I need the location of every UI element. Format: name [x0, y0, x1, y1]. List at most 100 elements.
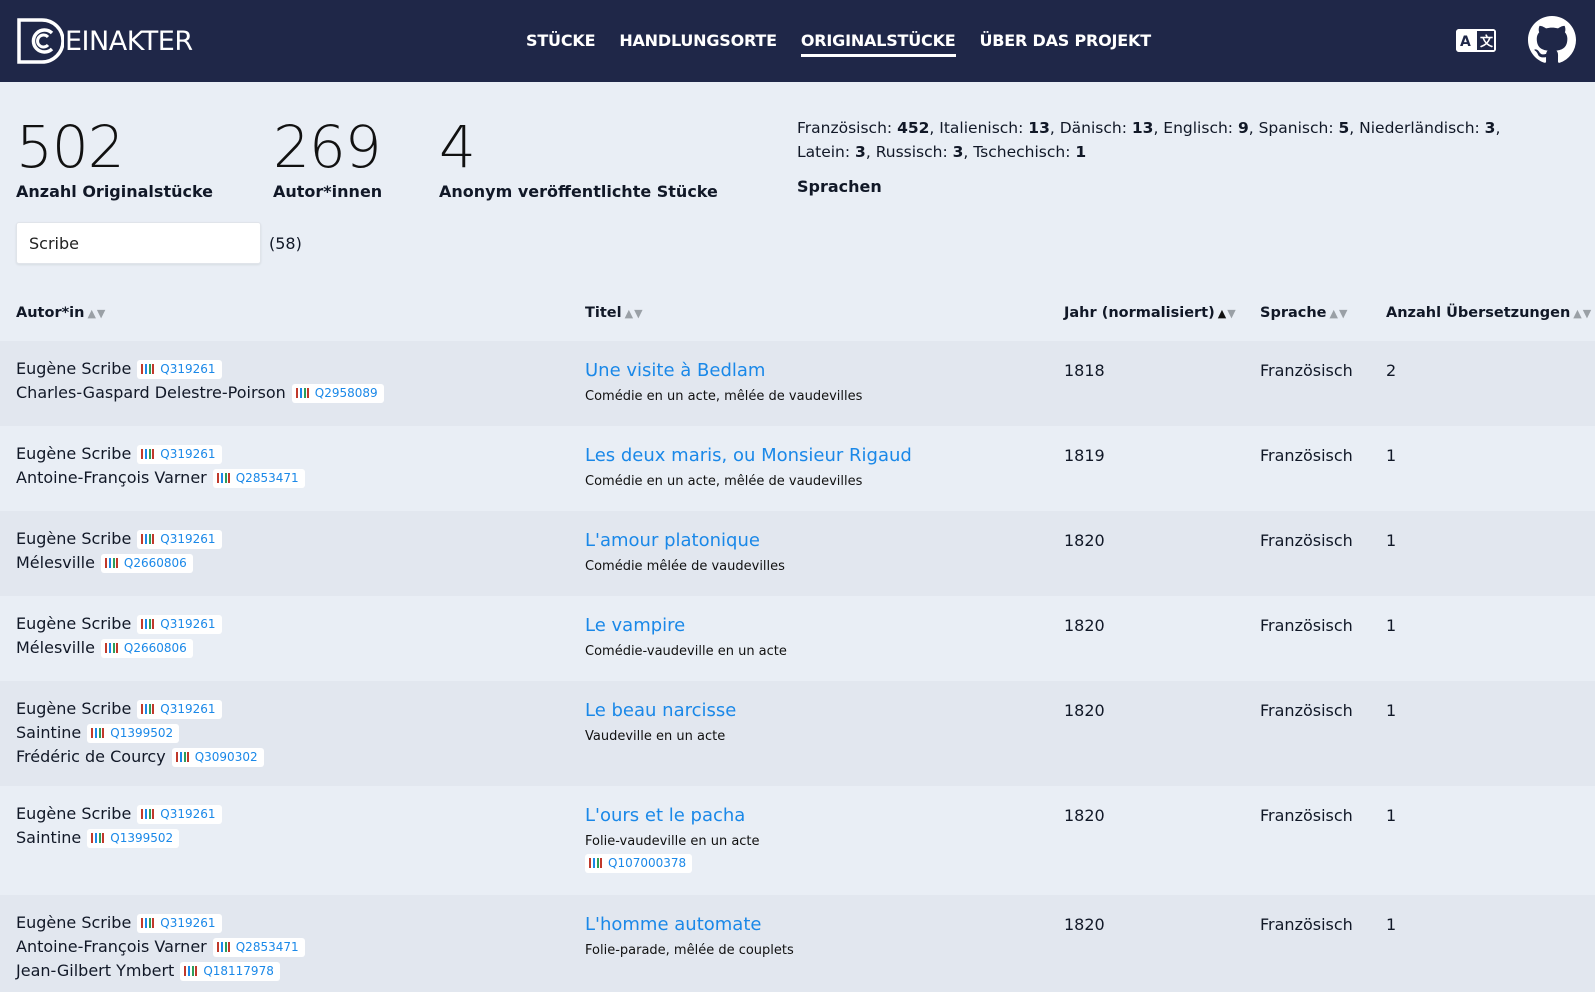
- stat-originals: 502 Anzahl Originalstücke: [16, 118, 213, 201]
- wikidata-link[interactable]: Q319261: [137, 529, 222, 549]
- author-name: Eugène Scribe: [16, 913, 132, 932]
- author-item: Eugène Scribe Q319261: [16, 697, 264, 721]
- author-list: Eugène Scribe Q319261 Charles-Gaspard Dele…: [16, 357, 384, 405]
- sort-arrows-icon[interactable]: ▲▼: [87, 307, 106, 320]
- wikidata-link[interactable]: Q1399502: [87, 723, 180, 743]
- wikidata-icon: [295, 388, 310, 398]
- wikidata-link[interactable]: Q319261: [137, 913, 222, 933]
- wikidata-link[interactable]: Q2958089: [291, 383, 384, 403]
- table-row: Eugène Scribe Q319261 Saintine Q1399502 Fréd…: [0, 681, 1595, 786]
- language-name: Spanisch:: [1258, 119, 1339, 137]
- wikidata-link[interactable]: Q319261: [137, 359, 222, 379]
- language-cell: Französisch: [1260, 701, 1353, 720]
- title-wikidata: Q107000378: [585, 853, 760, 873]
- th-translations-label: Anzahl Übersetzungen: [1386, 305, 1571, 321]
- title-cell: L'homme automate Folie-parade, mêlée de c…: [585, 913, 794, 958]
- language-count: 9: [1237, 119, 1249, 137]
- wikidata-link[interactable]: Q107000378: [585, 853, 693, 873]
- author-item: Antoine-François Varner Q2853471: [16, 466, 305, 490]
- language-count-item: Dänisch: 13,: [1059, 119, 1164, 137]
- sort-arrows-icon[interactable]: ▲▼: [1218, 307, 1237, 320]
- logo[interactable]: EINAKTER: [16, 17, 193, 65]
- play-title-link[interactable]: L'ours et le pacha: [585, 804, 760, 828]
- table-row: Eugène Scribe Q319261 Saintine Q1399502 L'ou…: [0, 786, 1595, 895]
- language-name: Dänisch:: [1059, 119, 1132, 137]
- play-title-link[interactable]: Une visite à Bedlam: [585, 359, 862, 383]
- play-subtitle: Comédie en un acte, mêlée de vaudevilles: [585, 389, 863, 404]
- wikidata-icon: [184, 966, 199, 976]
- th-year[interactable]: Jahr (normalisiert) ▲▼: [1064, 305, 1237, 321]
- wikidata-link[interactable]: Q319261: [137, 614, 222, 634]
- wikidata-link[interactable]: Q2660806: [100, 553, 193, 573]
- wikidata-link[interactable]: Q2660806: [100, 638, 193, 658]
- language-cell: Französisch: [1260, 531, 1353, 550]
- language-count-item: Italienisch: 13,: [939, 119, 1060, 137]
- th-author[interactable]: Autor*in ▲▼: [16, 305, 106, 321]
- th-language[interactable]: Sprache ▲▼: [1260, 305, 1348, 321]
- translate-icon[interactable]: A 文: [1456, 29, 1496, 52]
- th-author-label: Autor*in: [16, 305, 85, 321]
- th-language-label: Sprache: [1260, 305, 1327, 321]
- table-header: Autor*in ▲▼ Titel ▲▼ Jahr (normalisiert) ▲▼…: [0, 305, 1595, 327]
- wikidata-id: Q319261: [160, 447, 216, 461]
- stat-anonymous: 4 Anonym veröffentlichte Stücke: [439, 118, 718, 201]
- author-name: Charles-Gaspard Delestre-Poirson: [16, 383, 286, 402]
- stat-originals-label: Anzahl Originalstücke: [16, 182, 214, 201]
- play-title-link[interactable]: Le vampire: [585, 614, 787, 638]
- sort-arrows-icon[interactable]: ▲▼: [625, 307, 644, 320]
- play-title-link[interactable]: L'homme automate: [585, 913, 794, 937]
- author-item: Antoine-François Varner Q2853471: [16, 935, 305, 959]
- play-title-link[interactable]: L'amour platonique: [585, 529, 785, 553]
- wikidata-icon: [589, 858, 603, 868]
- play-title-link[interactable]: Les deux maris, ou Monsieur Rigaud: [585, 444, 912, 468]
- wikidata-link[interactable]: Q1399502: [87, 828, 180, 848]
- sort-arrows-icon[interactable]: ▲▼: [1573, 307, 1592, 320]
- play-subtitle: Comédie en un acte, mêlée de vaudevilles: [585, 474, 863, 489]
- language-cell: Französisch: [1260, 361, 1353, 380]
- language-cell: Französisch: [1260, 806, 1353, 825]
- th-translations[interactable]: Anzahl Übersetzungen ▲▼: [1386, 305, 1592, 321]
- translations-cell: 2: [1386, 361, 1397, 380]
- author-name: Mélesville: [16, 553, 95, 572]
- github-icon[interactable]: [1528, 16, 1576, 64]
- year-cell: 1820: [1064, 915, 1105, 934]
- wikidata-link[interactable]: Q319261: [137, 699, 222, 719]
- translations-cell: 1: [1386, 616, 1397, 635]
- wikidata-link[interactable]: Q319261: [137, 444, 222, 464]
- wikidata-link[interactable]: Q2853471: [212, 937, 305, 957]
- author-item: Frédéric de Courcy Q3090302: [16, 745, 264, 769]
- th-year-label: Jahr (normalisiert): [1064, 305, 1215, 321]
- nav-stuecke[interactable]: STÜCKE: [526, 31, 596, 57]
- nav-ueber-das-projekt[interactable]: ÜBER DAS PROJEKT: [980, 31, 1152, 57]
- wikidata-icon: [91, 728, 106, 738]
- sort-arrows-icon[interactable]: ▲▼: [1330, 307, 1349, 320]
- nav-originalstuecke[interactable]: ORIGINALSTÜCKE: [800, 31, 956, 57]
- wikidata-link[interactable]: Q18117978: [180, 961, 280, 981]
- play-title-link[interactable]: Le beau narcisse: [585, 699, 736, 723]
- language-counts: Französisch: 452, Italienisch: 13, Dänis…: [797, 116, 1557, 164]
- wikidata-link[interactable]: Q3090302: [171, 747, 264, 767]
- author-list: Eugène Scribe Q319261 Antoine-François Var…: [16, 442, 305, 490]
- year-cell: 1820: [1064, 701, 1105, 720]
- wikidata-icon: [104, 643, 119, 653]
- search-input[interactable]: [16, 222, 261, 264]
- title-cell: Le vampire Comédie-vaudeville en un acte: [585, 614, 787, 659]
- wikidata-link[interactable]: Q319261: [137, 804, 222, 824]
- th-title[interactable]: Titel ▲▼: [585, 305, 644, 321]
- language-count-item: Französisch: 452,: [797, 119, 940, 137]
- wikidata-id: Q2660806: [123, 641, 187, 655]
- translations-cell: 1: [1386, 446, 1397, 465]
- author-item: Eugène Scribe Q319261: [16, 442, 305, 466]
- einakter-logo-icon: [17, 18, 64, 64]
- author-item: Eugène Scribe Q319261: [16, 357, 384, 381]
- wikidata-link[interactable]: Q2853471: [212, 468, 305, 488]
- language-count-item: Latein: 3,: [797, 143, 876, 161]
- result-count: (58): [269, 234, 302, 253]
- author-list: Eugène Scribe Q319261 Saintine Q1399502: [16, 802, 222, 850]
- table-row: Eugène Scribe Q319261 Mélesville Q2660806 L'…: [0, 511, 1595, 596]
- wikidata-id: Q319261: [160, 807, 216, 821]
- language-cell: Französisch: [1260, 616, 1353, 635]
- play-subtitle: Comédie-vaudeville en un acte: [585, 644, 787, 659]
- nav-handlungsorte[interactable]: HANDLUNGSORTE: [619, 31, 777, 57]
- language-count-item: Niederländisch: 3,: [1359, 119, 1501, 137]
